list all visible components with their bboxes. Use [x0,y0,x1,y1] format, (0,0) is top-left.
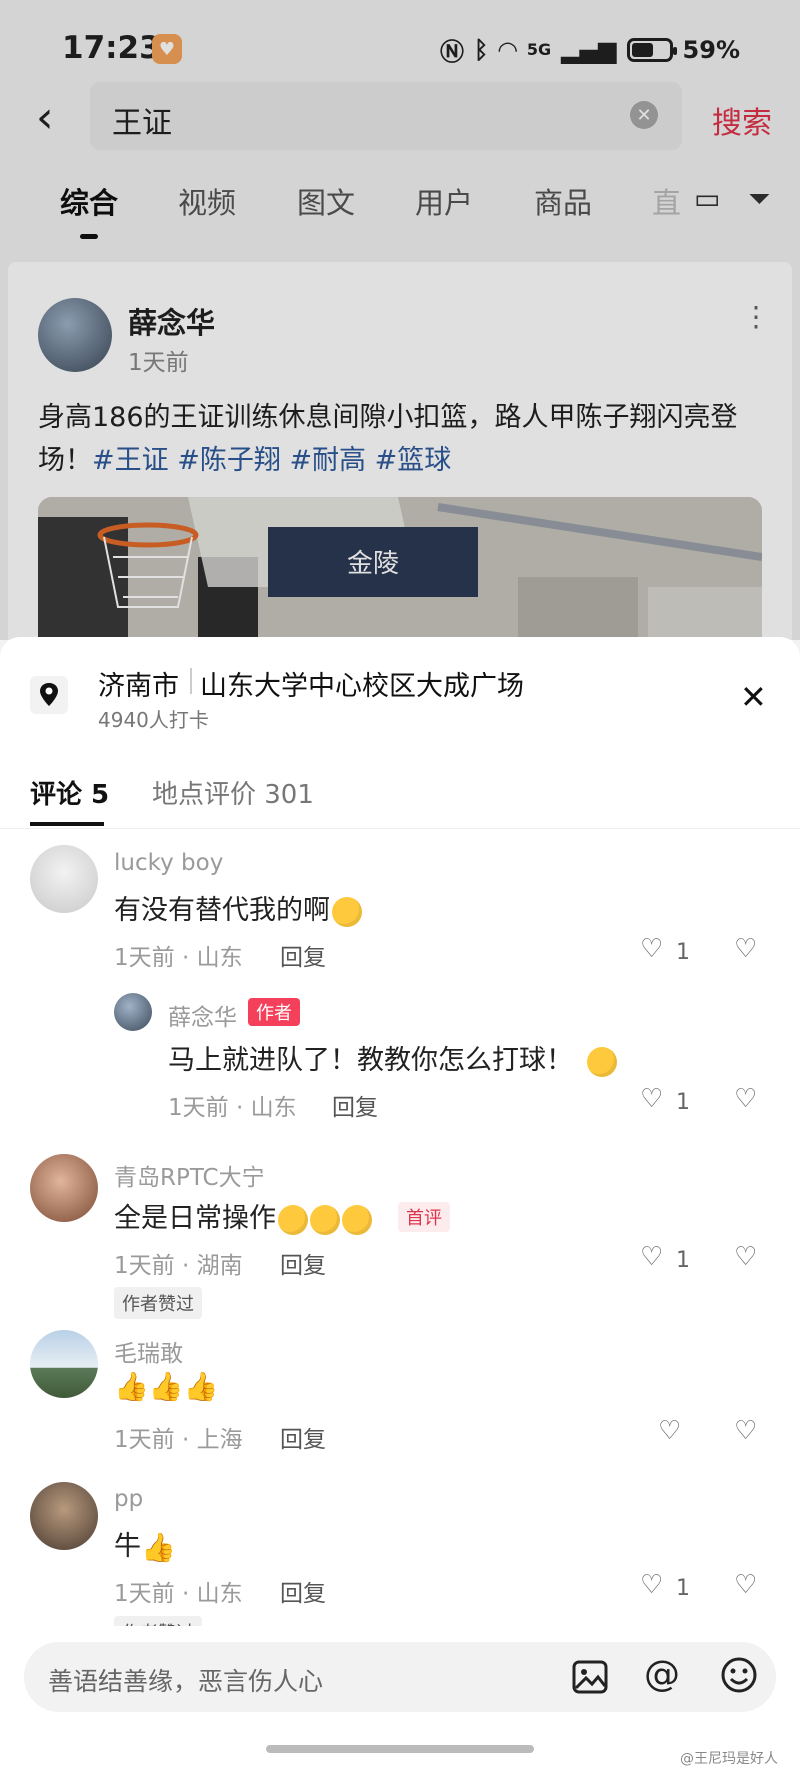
image-icon[interactable] [572,1660,608,1694]
tab-comments[interactable]: 评论 5 [30,774,109,811]
thumbs-up-icon: 👍 [114,1370,149,1403]
comment-author[interactable]: 毛瑞敢 [114,1334,183,1368]
avatar[interactable] [30,1154,98,1222]
comment-author[interactable]: 薛念华 [168,998,237,1032]
reply-button[interactable]: 回复 [280,1574,326,1608]
comment-text: 👍👍👍 [114,1370,219,1403]
like-count: 1 [676,1248,690,1273]
broken-heart-icon[interactable]: ♡ [734,934,757,964]
comment-author[interactable]: pp [114,1486,143,1512]
like-count: 1 [676,1576,690,1601]
reply-button[interactable]: 回复 [280,938,326,972]
dim-overlay[interactable] [0,0,800,640]
comment-text: 有没有替代我的啊 [114,888,362,927]
comment-meta: 1天前 · 山东 [168,1095,297,1121]
watermark: @王尼玛是好人 [680,1751,778,1767]
avatar[interactable] [114,993,152,1031]
comment-meta: 1天前 · 湖南 [114,1253,243,1279]
avatar[interactable] [30,1330,98,1398]
heart-icon[interactable]: ♡ [640,1084,663,1114]
location-pin-icon [30,676,68,714]
emoji-icon [310,1204,340,1235]
heart-icon[interactable]: ♡ [640,934,663,964]
close-icon[interactable]: ✕ [740,678,767,716]
thumbs-up-icon: 👍 [141,1531,176,1564]
first-comment-badge: 首评 [398,1202,450,1232]
emoji-picker-icon[interactable] [720,1656,758,1694]
broken-heart-icon[interactable]: ♡ [734,1084,757,1114]
comment-text: 马上就进队了！教教你怎么打球！ [168,1038,617,1077]
reply-button[interactable]: 回复 [280,1420,326,1454]
comment-meta: 1天前 · 山东 [114,945,243,971]
tab-reviews[interactable]: 地点评价 301 [152,774,314,811]
reply-button[interactable]: 回复 [280,1246,326,1280]
divider [0,828,800,829]
tab-indicator [30,822,104,826]
comment-text: 牛👍 [114,1531,176,1564]
divider [190,668,192,694]
heart-icon[interactable]: ♡ [658,1416,681,1446]
home-indicator[interactable] [266,1745,534,1753]
author-liked-tag: 作者赞过 [114,1287,202,1319]
checkin-count: 4940人打卡 [98,708,209,732]
thumbs-up-icon: 👍 [183,1370,219,1403]
comment-text: 全是日常操作 [114,1196,372,1235]
avatar[interactable] [30,1482,98,1550]
emoji-icon [587,1046,617,1077]
emoji-icon [278,1204,308,1235]
comment-author[interactable]: 青岛RPTC大宁 [114,1158,265,1192]
like-count: 1 [676,1090,690,1115]
location-city[interactable]: 济南市 [98,664,179,703]
emoji-icon [342,1204,372,1235]
comment-input-placeholder[interactable]: 善语结善缘，恶言伤人心 [48,1662,323,1698]
broken-heart-icon[interactable]: ♡ [734,1416,757,1446]
reply-button[interactable]: 回复 [332,1088,378,1122]
author-badge: 作者 [248,998,300,1026]
heart-icon[interactable]: ♡ [640,1570,663,1600]
comment-author[interactable]: lucky boy [114,850,223,876]
broken-heart-icon[interactable]: ♡ [734,1242,757,1272]
emoji-icon [332,896,362,927]
comment-meta: 1天前 · 上海 [114,1427,243,1453]
thumbs-up-icon: 👍 [148,1370,184,1403]
like-count: 1 [676,940,690,965]
heart-icon[interactable]: ♡ [640,1242,663,1272]
comment-meta: 1天前 · 山东 [114,1581,243,1607]
mention-icon[interactable]: @ [644,1654,680,1695]
broken-heart-icon[interactable]: ♡ [734,1570,757,1600]
location-place[interactable]: 山东大学中心校区大成广场 [200,664,524,703]
avatar[interactable] [30,845,98,913]
